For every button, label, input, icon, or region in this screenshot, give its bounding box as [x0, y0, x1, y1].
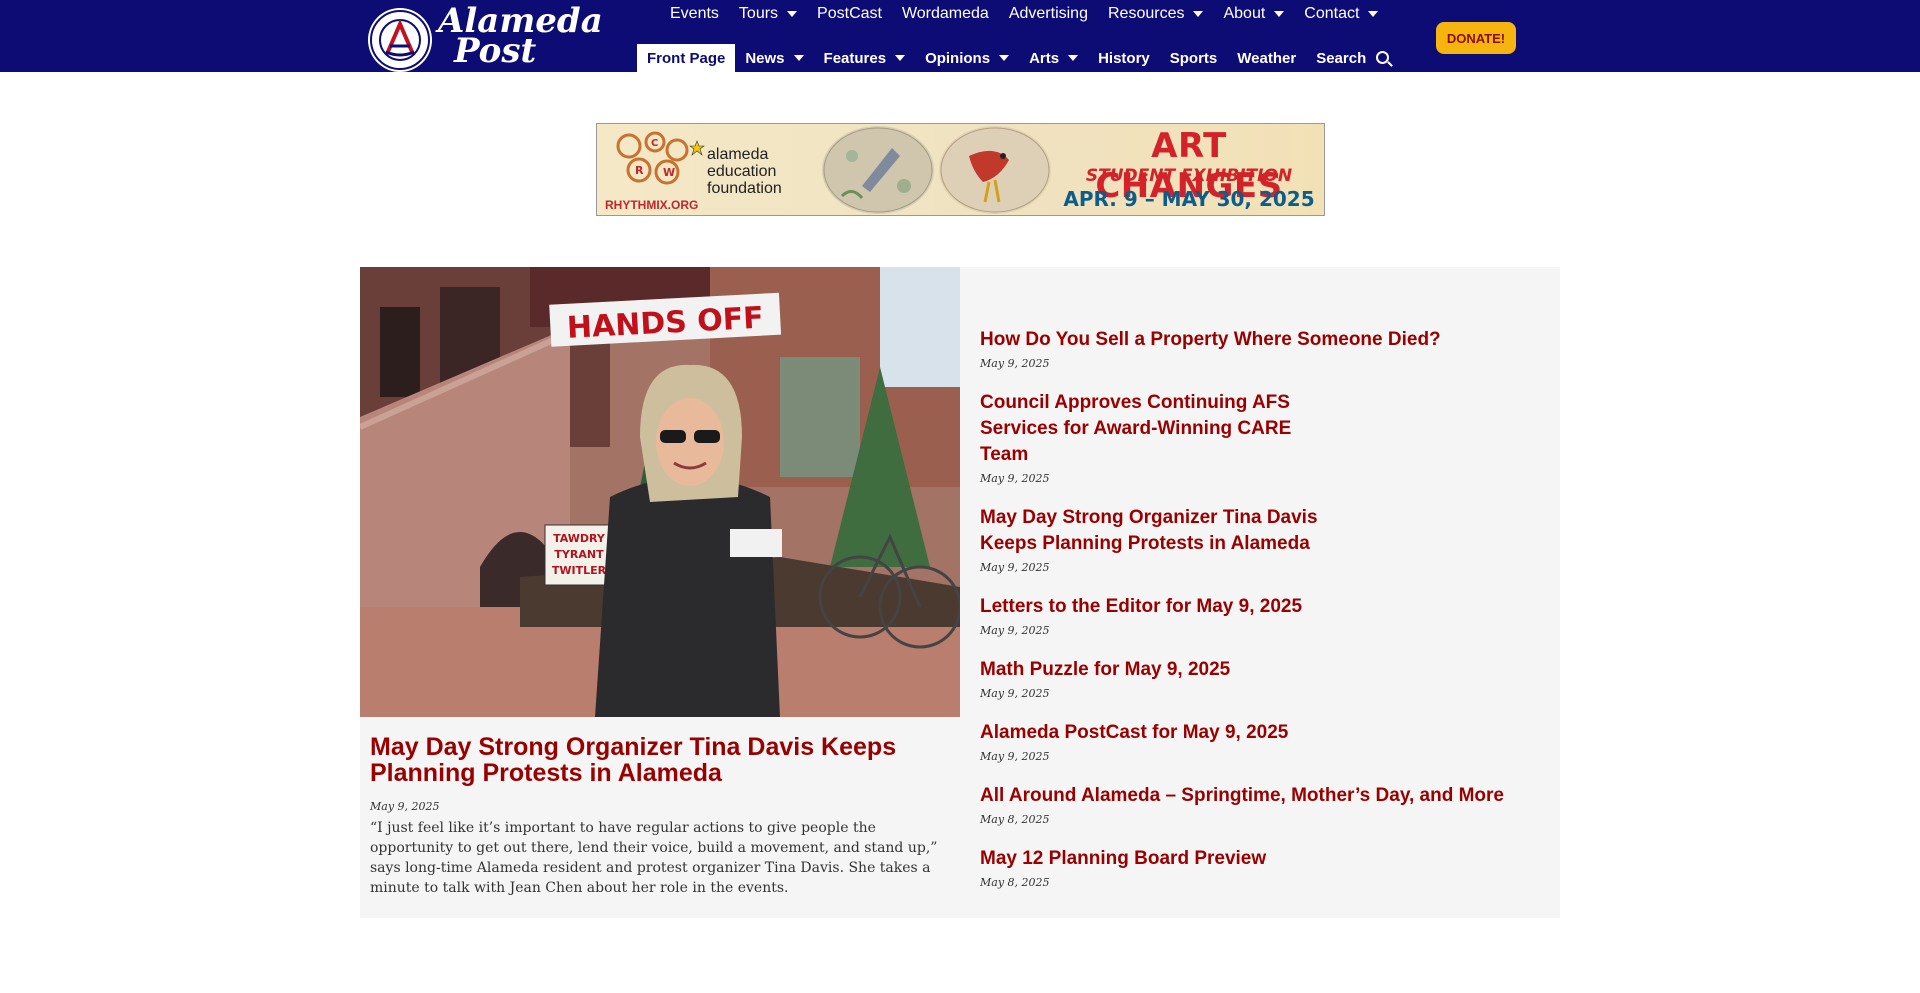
article-title-link[interactable]: How Do You Sell a Property Where Someone… — [980, 327, 1480, 353]
top-nav-label: Events — [670, 5, 719, 22]
banner-dates: APR. 9 – MAY 30, 2025 — [1063, 187, 1315, 211]
article-date: May 9, 2025 — [980, 472, 1050, 485]
list-item: Letters to the Editor for May 9, 2025 Ma… — [980, 594, 1540, 637]
search-icon — [1376, 50, 1390, 64]
main-nav-front-page[interactable]: Front Page — [637, 44, 736, 72]
aef-line-1: alameda — [707, 146, 769, 163]
banner-rhythmix-link: RHYTHMIX.ORG — [605, 198, 699, 212]
article-date: May 9, 2025 — [980, 561, 1050, 574]
article-title-link[interactable]: May 12 Planning Board Preview — [980, 846, 1480, 872]
list-item: Math Puzzle for May 9, 2025 May 9, 2025 — [980, 657, 1540, 700]
main-nav-label: Search — [1316, 49, 1367, 67]
list-item: All Around Alameda – Springtime, Mother’… — [980, 783, 1540, 826]
gear-letter-r: R — [635, 164, 644, 177]
main-nav-history[interactable]: History — [1088, 44, 1160, 72]
chevron-down-icon — [1193, 11, 1204, 17]
main-nav-opinions[interactable]: Opinions — [915, 44, 1019, 72]
logo-emblem-icon — [370, 10, 430, 70]
list-item: May Day Strong Organizer Tina Davis Keep… — [980, 505, 1540, 574]
banner-subtitle: STUDENT EXHIBITION — [1085, 166, 1293, 186]
student-art-bird — [939, 126, 1051, 214]
featured-date: May 9, 2025 — [370, 800, 440, 813]
site-logo[interactable]: Alameda Post — [370, 4, 603, 70]
main-nav-label: Weather — [1237, 49, 1297, 67]
chevron-down-icon — [1274, 11, 1285, 17]
top-nav-postcast[interactable]: PostCast — [807, 0, 892, 28]
article-title-link[interactable]: Letters to the Editor for May 9, 2025 — [980, 594, 1480, 620]
main-nav-label: History — [1098, 49, 1150, 67]
top-nav-label: PostCast — [817, 5, 882, 22]
main-nav-news[interactable]: News — [735, 44, 813, 72]
main-nav-label: Arts — [1029, 49, 1060, 67]
chevron-down-icon — [787, 11, 798, 17]
student-art-rocket — [822, 126, 934, 214]
top-nav-wordameda[interactable]: Wordameda — [892, 0, 999, 28]
donate-button[interactable]: DONATE! — [1436, 22, 1516, 54]
front-page-content: HANDS OFF TAWDRY TYRANT TWITLER May Day … — [360, 267, 1560, 918]
top-nav-label: Resources — [1107, 5, 1185, 22]
main-nav-label: News — [745, 49, 785, 67]
sign-tawdry: TAWDRY — [553, 532, 606, 545]
aef-line-3: foundation — [707, 180, 782, 197]
article-date: May 9, 2025 — [980, 624, 1050, 637]
logo-wordmark: Alameda Post — [438, 4, 603, 68]
top-nav: Events Tours PostCast Wordameda Advertis… — [660, 0, 1388, 28]
gear-letter-c: C — [651, 138, 658, 149]
top-nav-events[interactable]: Events — [660, 0, 729, 28]
list-item: Council Approves Continuing AFS Services… — [980, 390, 1540, 485]
top-nav-label: Tours — [738, 5, 779, 22]
chevron-down-icon — [793, 55, 804, 61]
top-nav-tours[interactable]: Tours — [729, 0, 807, 28]
sign-twitler: TWITLER — [552, 564, 607, 577]
top-nav-label: Wordameda — [901, 5, 989, 22]
main-nav-features[interactable]: Features — [814, 44, 916, 72]
site-header: Alameda Post Events Tours PostCast Worda… — [0, 0, 1920, 72]
article-date: May 9, 2025 — [980, 750, 1050, 763]
top-nav-label: About — [1223, 5, 1266, 22]
top-nav-about[interactable]: About — [1213, 0, 1294, 28]
featured-excerpt: “I just feel like it’s important to have… — [370, 820, 938, 896]
chevron-down-icon — [1068, 55, 1079, 61]
article-title-link[interactable]: May Day Strong Organizer Tina Davis Keep… — [980, 505, 1340, 557]
featured-image[interactable]: HANDS OFF TAWDRY TYRANT TWITLER — [360, 267, 960, 717]
article-title-link[interactable]: Council Approves Continuing AFS Services… — [980, 390, 1340, 468]
main-nav-search[interactable]: Search — [1306, 44, 1399, 72]
gear-letter-w: W — [663, 166, 675, 179]
top-nav-advertising[interactable]: Advertising — [999, 0, 1098, 28]
main-nav: Front Page News Features Opinions Arts H… — [637, 44, 1399, 72]
top-nav-label: Advertising — [1008, 5, 1088, 22]
article-date: May 8, 2025 — [980, 876, 1050, 889]
sign-tyrant: TYRANT — [554, 548, 604, 561]
banner-ad[interactable]: R C W RHYTHMIX.ORG alameda education fou… — [596, 123, 1325, 216]
featured-title[interactable]: May Day Strong Organizer Tina Davis Keep… — [370, 734, 930, 786]
main-nav-label: Opinions — [925, 49, 991, 67]
star-figure-icon — [689, 140, 705, 156]
article-date: May 9, 2025 — [980, 687, 1050, 700]
main-nav-label: Front Page — [647, 49, 726, 67]
article-title-link[interactable]: Math Puzzle for May 9, 2025 — [980, 657, 1480, 683]
chevron-down-icon — [999, 55, 1010, 61]
top-nav-contact[interactable]: Contact — [1294, 0, 1388, 28]
gears-icon: R C W — [616, 131, 689, 185]
chevron-down-icon — [1368, 11, 1379, 17]
article-title-link[interactable]: All Around Alameda – Springtime, Mother’… — [980, 783, 1540, 809]
chevron-down-icon — [895, 55, 906, 61]
top-nav-resources[interactable]: Resources — [1098, 0, 1213, 28]
main-nav-weather[interactable]: Weather — [1227, 44, 1306, 72]
main-nav-label: Sports — [1169, 49, 1218, 67]
article-date: May 9, 2025 — [980, 357, 1050, 370]
main-nav-label: Features — [823, 49, 887, 67]
article-list: How Do You Sell a Property Where Someone… — [980, 327, 1540, 909]
main-nav-arts[interactable]: Arts — [1019, 44, 1088, 72]
aef-line-2: education — [707, 163, 777, 180]
list-item: May 12 Planning Board Preview May 8, 202… — [980, 846, 1540, 889]
main-nav-sports[interactable]: Sports — [1160, 44, 1228, 72]
top-nav-label: Contact — [1304, 5, 1360, 22]
list-item: Alameda PostCast for May 9, 2025 May 9, … — [980, 720, 1540, 763]
article-date: May 8, 2025 — [980, 813, 1050, 826]
article-title-link[interactable]: Alameda PostCast for May 9, 2025 — [980, 720, 1480, 746]
list-item: How Do You Sell a Property Where Someone… — [980, 327, 1540, 370]
aef-logo: alameda education foundation — [689, 140, 817, 197]
